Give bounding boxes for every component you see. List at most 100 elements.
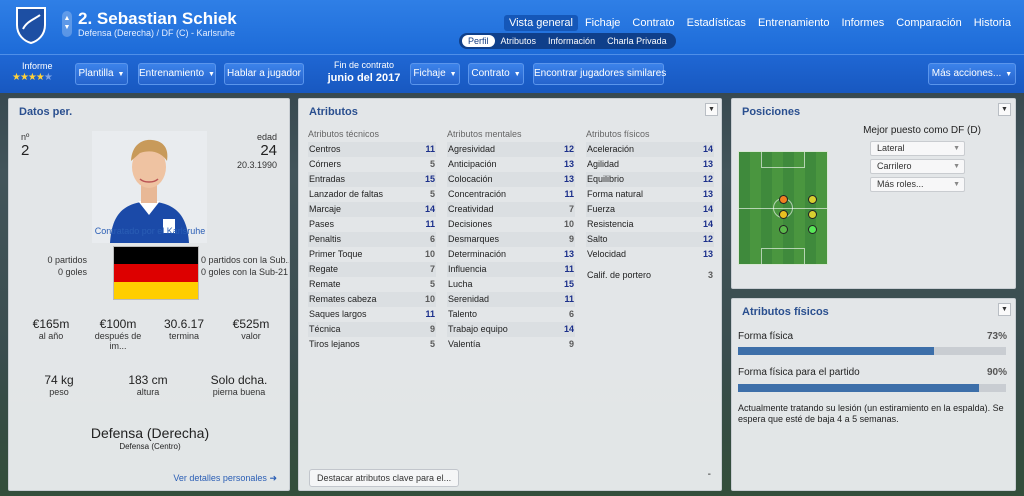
personal-title: Datos per. [19,106,73,118]
mental-value: 13 [563,159,574,169]
subnav-atributos[interactable]: Atributos [495,35,543,47]
fichaje-button[interactable]: Fichaje ▼ [410,63,460,85]
rating-stars[interactable]: ★★★★★ [12,72,53,83]
technical-row: Tiros lejanos 5 [308,337,436,352]
contrato-button[interactable]: Contrato ▼ [468,63,524,85]
foot-block: Solo dcha. pierna buena [199,373,279,397]
subnav-perfil[interactable]: Perfil [462,35,495,47]
club-status[interactable]: Contratado por el Karlsruhe [9,226,291,236]
mental-value: 12 [563,144,574,154]
height-value: 183 cm [128,373,168,387]
technical-header: Atributos técnicos [308,129,380,139]
net-wage-value: €100m [99,317,137,331]
technical-row: Técnica 9 [308,322,436,337]
nav-historia[interactable]: Historia [969,15,1016,31]
matches-count: 0 partidos [47,255,87,265]
details-link[interactable]: Ver detalles personales ➜ [173,473,277,484]
header-bar: ▲ ▼ 2. Sebastian Schiek Defensa (Derecha)… [0,0,1024,54]
technical-row: Primer Toque 10 [308,247,436,262]
forma-bar-fill [738,347,934,355]
technical-name: Centros [309,144,341,154]
star-icon: ★★★ [12,72,37,83]
mental-column: Atributos mentales Agresividad 12 Anticipa… [447,129,575,352]
mas-acciones-button[interactable]: Más acciones... ▼ [928,63,1016,85]
mental-header: Atributos mentales [447,129,522,139]
highlight-attributes-dropdown[interactable]: Destacar atributos clave para el... [309,469,459,487]
partido-bar-fill [738,384,980,392]
chevron-down-icon: ▼ [449,71,457,78]
nav-entrenamiento[interactable]: Entrenamiento [753,15,835,31]
technical-name: Primer Toque [309,249,363,259]
plantilla-button[interactable]: Plantilla ▼ [75,63,128,85]
role-select-lateral[interactable]: Lateral ▼ [870,141,965,156]
mental-value: 11 [564,294,574,304]
best-position: Mejor puesto como DF (D) [863,125,981,136]
pitch-box-top [761,152,805,168]
attributes-menu-button[interactable]: ▼ [705,103,718,116]
value-label: valor [241,331,261,341]
arrow-right-icon: ➜ [269,473,277,483]
nav-contrato[interactable]: Contrato [627,15,679,31]
technical-row: Pases 11 [308,217,436,232]
sub-nav: Perfil Atributos Información Charla Priv… [459,33,676,49]
nav-estadisticas[interactable]: Estadísticas [682,15,751,31]
technical-name: Técnica [309,324,341,334]
position-dot-dm [779,195,788,204]
germany-flag-icon [113,246,199,300]
mental-value: 7 [568,204,574,214]
mental-row: Talento 6 [447,307,575,322]
chevron-down-icon: ▼ [513,71,521,78]
mental-value: 10 [563,219,574,229]
role-carrilero-label: Carrilero [877,161,912,171]
nav-comparacion[interactable]: Comparación [891,15,966,31]
u21-goals: 0 goles con la Sub-21 [201,267,289,277]
physical-column: Atributos físicos Aceleración 14 Agilidad 1… [586,129,714,283]
mental-name: Serenidad [448,294,490,304]
technical-value: 6 [429,234,435,244]
flag-stripe-red [114,264,198,282]
fitness-menu-button[interactable]: ▼ [998,303,1011,316]
nav-vista-general[interactable]: Vista general [503,15,578,31]
hablar-button[interactable]: Hablar a jugador [224,63,304,85]
player-subtitle: Defensa (Derecha) / DF (C) - Karlsruhe [78,28,236,38]
expires-label: termina [168,331,199,341]
positions-menu-button[interactable]: ▼ [998,103,1011,116]
mental-row: Valentía 9 [447,337,575,352]
technical-value: 11 [425,219,435,229]
fitness-title: Atributos físicos [742,306,829,318]
gk-rating-row: Calif. de portero 3 [586,268,714,283]
mental-value: 6 [568,309,574,319]
technical-name: Saques largos [309,309,367,319]
similares-button[interactable]: Encontrar jugadores similares [533,63,666,85]
chevron-down-icon: ▼ [953,181,960,188]
technical-value: 11 [425,309,435,319]
mental-row: Agresividad 12 [447,142,575,157]
technical-value: 5 [429,279,435,289]
position-dot-mr [808,210,817,219]
chevron-down-icon: ▼ [953,145,960,152]
fichaje-label: Fichaje [413,68,446,79]
informe-label: Informe [22,61,53,71]
nav-fichaje[interactable]: Fichaje [580,15,625,31]
player-stepper[interactable]: ▲ ▼ [62,11,72,37]
nav-informes[interactable]: Informes [836,15,889,31]
physical-row: Salto 12 [586,232,714,247]
role-select-more[interactable]: Más roles... ▼ [870,177,965,192]
position-pitch [738,151,828,265]
mental-row: Concentración 11 [447,187,575,202]
value-block: €525m valor [221,317,281,341]
gk-rating-value: 3 [707,270,713,280]
contract-value: junio del 2017 [327,72,401,84]
physical-name: Fuerza [587,204,616,214]
role-select-carrilero[interactable]: Carrilero ▼ [870,159,965,174]
entrenamiento-button[interactable]: Entrenamiento ▼ [138,63,216,85]
forma-bar [738,347,1006,355]
technical-row: Lanzador de faltas 5 [308,187,436,202]
subnav-informacion[interactable]: Información [542,35,601,47]
main-position: Defensa (Derecha) [90,425,210,441]
physical-value: 12 [702,174,713,184]
subnav-charla-privada[interactable]: Charla Privada [601,35,673,47]
gk-rating-label: Calif. de portero [587,270,652,280]
mental-row: Anticipación 13 [447,157,575,172]
height-label: altura [136,387,160,397]
